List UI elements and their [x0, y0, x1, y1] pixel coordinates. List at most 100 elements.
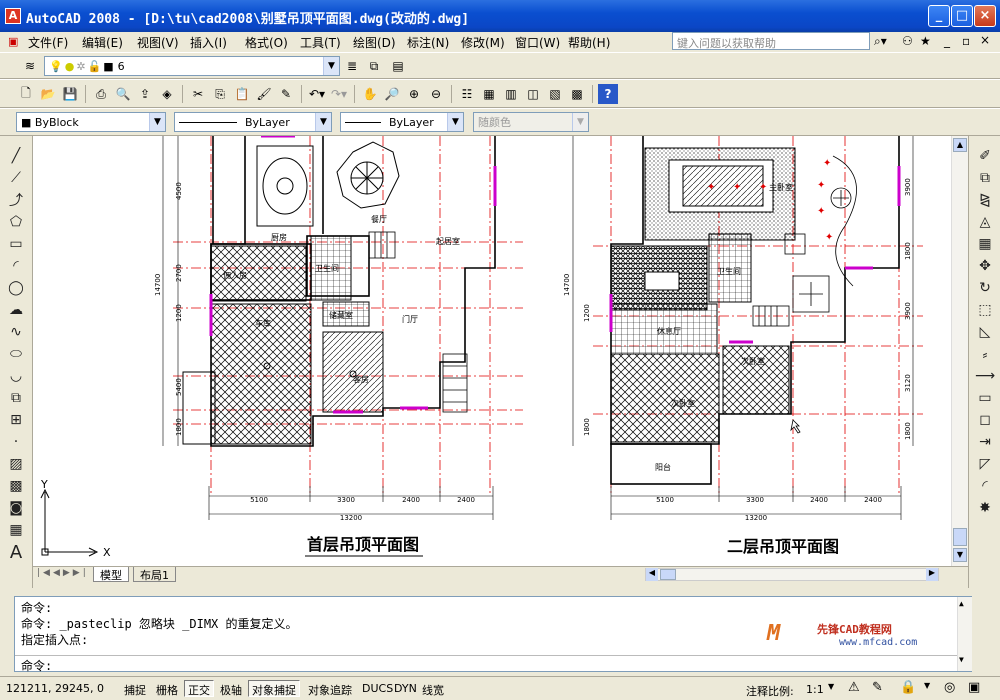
minimize-button[interactable]: _	[928, 5, 950, 27]
line-icon[interactable]: ╱	[4, 146, 28, 166]
save-icon[interactable]: 💾	[60, 84, 80, 104]
polygon-icon[interactable]: ⬠	[4, 212, 28, 232]
lineweight-dropdown[interactable]: ByLayer ▼	[340, 112, 464, 132]
scroll-up-arrow-icon[interactable]: ▲	[953, 138, 967, 152]
offset-icon[interactable]: ◬	[973, 212, 997, 232]
hatch-icon[interactable]: ▨	[4, 454, 28, 474]
command-input[interactable]: 命令:	[15, 655, 971, 673]
favorites-star-icon[interactable]: ★	[920, 34, 931, 48]
annotation-scale-value[interactable]: 1:1	[806, 683, 824, 696]
polyline-icon[interactable]: ⤴	[4, 190, 28, 210]
horizontal-scroll-thumb[interactable]	[660, 569, 676, 580]
zoom-previous-icon[interactable]: ⊖	[426, 84, 446, 104]
menu-window[interactable]: 窗口(W)	[515, 34, 560, 51]
copy-icon[interactable]: ⎘	[210, 84, 230, 104]
vertical-scrollbar[interactable]: ▲ ▼	[951, 136, 968, 566]
menu-edit[interactable]: 编辑(E)	[82, 34, 123, 51]
menu-modify[interactable]: 修改(M)	[461, 34, 505, 51]
menu-dimension[interactable]: 标注(N)	[407, 34, 449, 51]
copy-object-icon[interactable]: ⧉	[973, 168, 997, 188]
horizontal-scrollbar[interactable]: ◀ ▶	[645, 568, 939, 581]
ortho-toggle[interactable]: 正交	[184, 680, 214, 697]
auto-scale-icon[interactable]: ✎	[872, 680, 883, 695]
region-icon[interactable]: ◙	[4, 498, 28, 518]
mirror-icon[interactable]: ⧎	[973, 190, 997, 210]
block-editor-icon[interactable]: ✎	[276, 84, 296, 104]
doc-close-button[interactable]: ×	[980, 33, 990, 47]
make-layer-current-icon[interactable]: ≣	[342, 56, 362, 76]
close-button[interactable]: ×	[974, 5, 996, 27]
menu-format[interactable]: 格式(O)	[245, 34, 288, 51]
gradient-icon[interactable]: ▩	[4, 476, 28, 496]
3d-dwf-icon[interactable]: ◈	[157, 84, 177, 104]
erase-icon[interactable]: ✐	[973, 146, 997, 166]
properties-icon[interactable]: ☷	[457, 84, 477, 104]
multiline-text-icon[interactable]: A	[4, 542, 28, 563]
insert-block-icon[interactable]: ⧉	[4, 388, 28, 408]
lineweight-toggle[interactable]: 线宽	[418, 680, 448, 697]
plot-preview-icon[interactable]: 🔍	[113, 84, 133, 104]
autocad-app-icon[interactable]: A	[5, 8, 21, 24]
construction-line-icon[interactable]: ⟋	[4, 168, 28, 188]
pan-icon[interactable]: ✋	[360, 84, 380, 104]
new-icon[interactable]: 🗋	[16, 84, 36, 104]
scroll-right-arrow-icon[interactable]: ▶	[926, 568, 938, 581]
ellipse-icon[interactable]: ⬭	[4, 344, 28, 364]
array-icon[interactable]: ▦	[973, 234, 997, 254]
color-dropdown[interactable]: ■ ByBlock ▼	[16, 112, 166, 132]
ellipse-arc-icon[interactable]: ◡	[4, 366, 28, 386]
grid-toggle[interactable]: 栅格	[152, 680, 182, 697]
tool-palettes-icon[interactable]: ▥	[501, 84, 521, 104]
chamfer-icon[interactable]: ◸	[973, 454, 997, 474]
status-tray-icon[interactable]: ◎	[944, 680, 955, 695]
markup-icon[interactable]: ▧	[545, 84, 565, 104]
plot-icon[interactable]: ⎙	[91, 84, 111, 104]
osnap-toggle[interactable]: 对象捕捉	[248, 680, 300, 697]
open-icon[interactable]: 📂	[38, 84, 58, 104]
tab-model[interactable]: 模型	[93, 567, 129, 582]
drawing-area[interactable]: 厨房 餐厅 起居室 佣人房 卫生间 储藏室 门厅 车库 客房 5100 3300…	[33, 136, 951, 566]
spline-icon[interactable]: ∿	[4, 322, 28, 342]
chevron-down-icon[interactable]: ▼	[315, 113, 331, 131]
circle-icon[interactable]: ◯	[4, 278, 28, 298]
help-search-input[interactable]: 键入问题以获取帮助	[672, 32, 870, 50]
layer-dropdown[interactable]: 💡 ● ✲ 🔓 ■ 6 ▼	[44, 56, 340, 76]
maximize-button[interactable]: □	[951, 5, 973, 27]
point-icon[interactable]: ·	[4, 432, 28, 452]
menu-help[interactable]: 帮助(H)	[568, 34, 610, 51]
chevron-down-icon[interactable]: ▼	[149, 113, 165, 131]
scroll-up-arrow-icon[interactable]: ▲	[959, 599, 964, 608]
lock-toolbar-icon[interactable]: 🔒	[900, 680, 916, 695]
break-icon[interactable]: ◻	[973, 410, 997, 430]
scroll-thumb[interactable]	[953, 528, 967, 546]
scale-icon[interactable]: ⬚	[973, 300, 997, 320]
otrack-toggle[interactable]: 对象追踪	[304, 680, 356, 697]
annotation-visibility-icon[interactable]: ⚠	[848, 680, 860, 695]
chevron-down-icon[interactable]: ▼	[924, 681, 930, 690]
doc-minimize-button[interactable]: _	[944, 34, 950, 48]
scroll-down-arrow-icon[interactable]: ▼	[959, 655, 964, 664]
tab-navigation-arrows-icon[interactable]: |◀◀▶▶|	[37, 568, 89, 578]
join-icon[interactable]: ⇥	[973, 432, 997, 452]
sheet-set-icon[interactable]: ◫	[523, 84, 543, 104]
menu-view[interactable]: 视图(V)	[137, 34, 179, 51]
break-at-point-icon[interactable]: ▭	[973, 388, 997, 408]
arc-icon[interactable]: ◜	[4, 256, 28, 276]
extend-icon[interactable]: ⟶	[973, 366, 997, 386]
rectangle-icon[interactable]: ▭	[4, 234, 28, 254]
cut-icon[interactable]: ✂	[188, 84, 208, 104]
match-properties-icon[interactable]: 🖌	[254, 84, 274, 104]
calculator-icon[interactable]: ▩	[567, 84, 587, 104]
menu-draw[interactable]: 绘图(D)	[353, 34, 396, 51]
clean-screen-icon[interactable]: ▣	[968, 680, 980, 695]
chevron-down-icon[interactable]: ▼	[323, 57, 339, 75]
trim-icon[interactable]: ⸗	[973, 344, 997, 364]
snap-toggle[interactable]: 捕捉	[120, 680, 150, 697]
chevron-down-icon[interactable]: ▼	[447, 113, 463, 131]
paste-icon[interactable]: 📋	[232, 84, 252, 104]
scroll-down-arrow-icon[interactable]: ▼	[953, 548, 967, 562]
communication-center-icon[interactable]: ⚇	[902, 34, 913, 48]
dyn-toggle[interactable]: DYN	[390, 680, 421, 697]
make-block-icon[interactable]: ⊞	[4, 410, 28, 430]
publish-icon[interactable]: ⇪	[135, 84, 155, 104]
